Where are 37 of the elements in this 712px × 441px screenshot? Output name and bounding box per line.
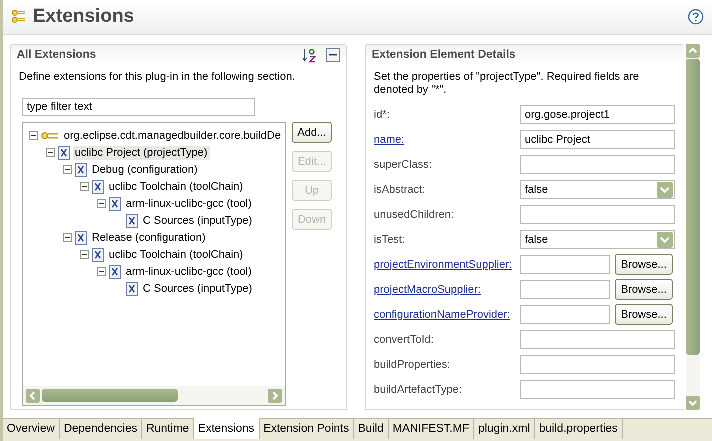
tree-item[interactable]: uclibc Toolchain (toolChain) [107, 180, 246, 194]
tree-item[interactable]: org.eclipse.cdt.managedbuilder.core.buildDe [62, 128, 284, 142]
editor-tab[interactable]: Extensions [194, 418, 260, 439]
section-description: Set the properties of "projectType". Required fields are denoted by "*". [373, 70, 640, 98]
field-link[interactable]: projectEnvironmentSupplier: [374, 258, 520, 270]
section-title: All Extensions [17, 49, 98, 61]
page-title: Extensions [33, 6, 136, 28]
browse-button[interactable]: Browse... [615, 279, 673, 300]
tree-item[interactable]: Debug (configuration) [90, 162, 200, 176]
browse-button[interactable]: Browse... [615, 304, 673, 325]
field-label: buildArtefactType: [374, 384, 464, 396]
text-field[interactable]: org.gose.project1 [520, 105, 675, 124]
combo-box[interactable]: false [520, 230, 675, 249]
tree-item[interactable]: Release (configuration) [90, 230, 208, 244]
text-field[interactable]: uclibc Project [520, 130, 675, 149]
filter-field[interactable]: type filter text [22, 98, 255, 116]
field-link[interactable]: projectMacroSupplier: [374, 284, 520, 296]
tree-item[interactable]: uclibc Toolchain (toolChain) [107, 248, 246, 262]
field-label: isTest: [374, 234, 406, 246]
field-link[interactable]: configurationNameProvider: [374, 308, 520, 320]
section-description: Define extensions for this plug-in in the following section. [18, 70, 296, 85]
tree-item[interactable]: C Sources (inputType) [141, 214, 254, 228]
section-title: Extension Element Details [372, 49, 517, 61]
browse-button[interactable]: Browse... [615, 254, 673, 275]
field-label: convertToId: [374, 334, 435, 346]
field-label: id*: [374, 108, 391, 120]
field-label: buildProperties: [374, 358, 452, 370]
tree-item[interactable]: arm-linux-uclibc-gcc (tool) [124, 264, 254, 278]
combo-box[interactable]: false [520, 180, 675, 199]
field-link[interactable]: name: [374, 134, 520, 146]
tree-item[interactable]: C Sources (inputType) [141, 282, 254, 296]
field-label: superClass: [374, 158, 434, 170]
tree-item[interactable]: uclibc Project (projectType) [73, 146, 210, 160]
action-button[interactable]: Add... [292, 122, 332, 143]
tree-item[interactable]: arm-linux-uclibc-gcc (tool) [124, 196, 254, 210]
field-label: isAbstract: [374, 184, 426, 196]
field-label: unusedChildren: [374, 208, 456, 220]
